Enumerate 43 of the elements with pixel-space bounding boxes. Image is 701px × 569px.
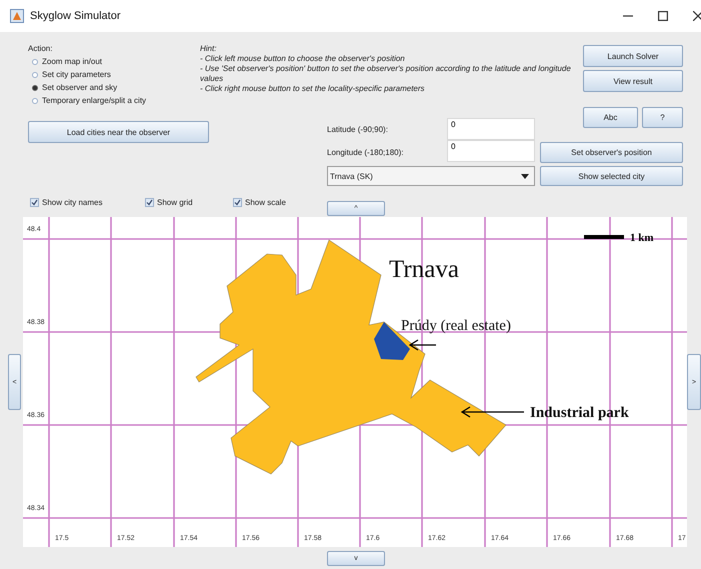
scale-bar xyxy=(584,235,624,239)
abc-button[interactable]: Abc xyxy=(583,107,638,128)
hint-text: - Click right mouse button to set the locality-specific parameters xyxy=(200,84,426,94)
show-city-button[interactable]: Show selected city xyxy=(540,166,683,186)
latitude-field[interactable]: 0 xyxy=(447,118,535,140)
app-icon xyxy=(10,9,24,23)
hint-text: - Click left mouse button to choose the observer's position xyxy=(200,54,406,64)
arrow xyxy=(460,406,525,418)
radio-button[interactable] xyxy=(32,98,38,104)
map-annotation: Prúdy (real estate) xyxy=(401,318,511,334)
radio-label: Set city parameters xyxy=(42,70,111,79)
radio-label: Temporary enlarge/split a city xyxy=(42,96,146,105)
load-cities-button[interactable]: Load cities near the observer xyxy=(28,121,209,143)
latitude-label: Latitude (-90;90): xyxy=(326,125,389,134)
radio-button[interactable] xyxy=(32,84,38,90)
view-result-button[interactable]: View result xyxy=(583,70,683,92)
radio-label: Zoom map in/out xyxy=(42,57,102,66)
radio-label: Set observer and sky xyxy=(42,83,118,92)
arrow xyxy=(408,339,437,351)
hint-text: - Use 'Set observer's position' button to set the observer's position according to the latitude and longitude values xyxy=(200,64,572,84)
maximize-icon[interactable] xyxy=(658,11,668,21)
longitude-label: Longitude (-180;180): xyxy=(326,148,404,156)
window-title: Skyglow Simulator xyxy=(30,10,120,22)
checkbox[interactable] xyxy=(233,198,242,206)
radio-button[interactable] xyxy=(32,72,38,78)
map-annotation: Industrial park xyxy=(530,405,629,421)
set-position-button[interactable]: Set observer's position xyxy=(540,142,683,162)
checkbox-label: Show grid xyxy=(157,198,193,206)
checkbox-label: Show scale xyxy=(245,198,286,206)
hint-title: Hint: xyxy=(200,44,218,54)
checkbox[interactable] xyxy=(145,198,154,206)
action-label: Action: xyxy=(28,44,52,53)
city-dropdown[interactable]: Trnava (SK) xyxy=(327,166,535,186)
city-name: Trnava xyxy=(389,256,459,283)
checkbox-label: Show city names xyxy=(42,198,102,206)
radio-button[interactable] xyxy=(32,58,38,64)
caret-icon xyxy=(521,174,529,178)
scale-label: 1 km xyxy=(630,232,654,244)
help-button[interactable]: ? xyxy=(642,107,683,128)
launch-solver-button[interactable]: Launch Solver xyxy=(583,45,683,67)
close-icon[interactable] xyxy=(693,11,701,21)
checkbox[interactable] xyxy=(30,198,39,206)
longitude-field[interactable]: 0 xyxy=(447,140,535,162)
